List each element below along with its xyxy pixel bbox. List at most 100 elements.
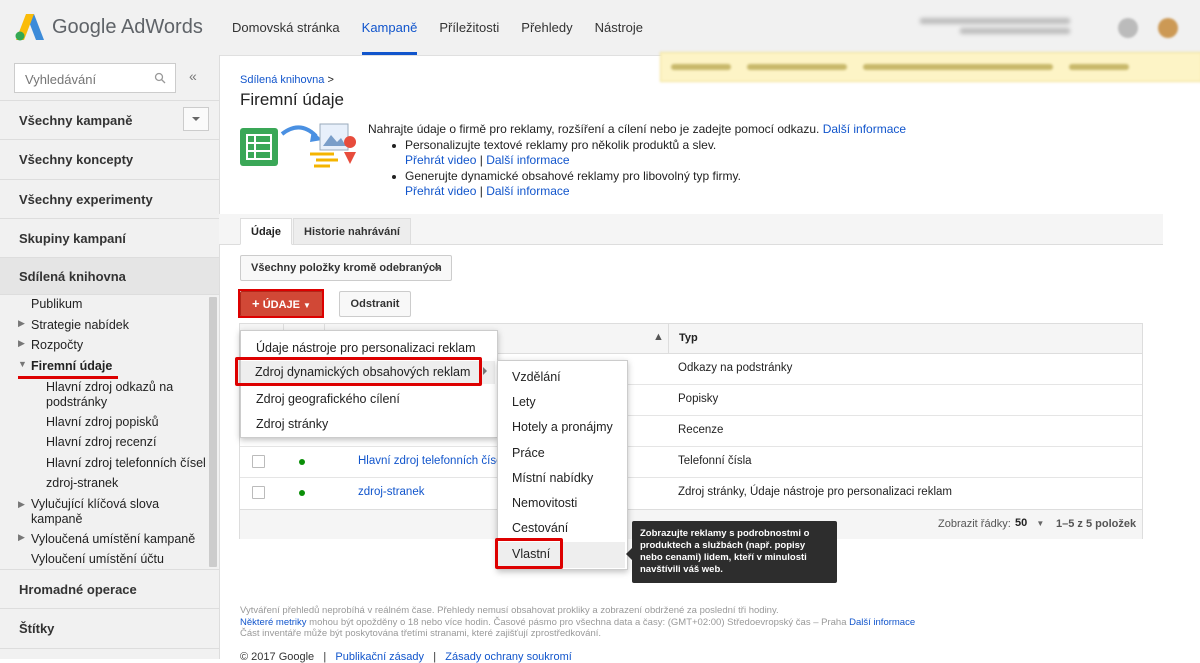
tree-item-budgets[interactable]: ▶ Rozpočty (18, 338, 83, 352)
link-separator: | (323, 651, 327, 663)
row-checkbox[interactable] (252, 486, 265, 499)
nav-opportunities[interactable]: Příležitosti (428, 0, 510, 55)
adwords-logo[interactable]: Google AdWords (14, 12, 203, 42)
nav-tools[interactable]: Nástroje (584, 0, 654, 55)
caret-right-icon: ▶ (18, 532, 25, 542)
app-name: Google AdWords (52, 15, 203, 38)
caret-down-icon: ▼ (18, 359, 27, 369)
bullet-item: Generujte dynamické obsahové reklamy pro… (392, 169, 968, 200)
some-metrics-link[interactable]: Některé metriky (240, 617, 307, 628)
sidebar-item-label: Sdílená knihovna (19, 269, 126, 284)
status-active-icon (299, 459, 305, 465)
search-input[interactable] (23, 65, 157, 93)
tree-scrollbar[interactable] (209, 297, 217, 567)
tree-item-business-data[interactable]: ▼ Firemní údaje (18, 359, 113, 373)
nav-home[interactable]: Domovská stránka (221, 0, 351, 55)
breadcrumb-link[interactable]: Sdílená knihovna (240, 74, 324, 86)
bullet-text: Personalizujte textové reklamy pro někol… (405, 137, 717, 152)
menu-item-ad-customizer-data[interactable]: Údaje nástroje pro personalizaci reklam (256, 341, 476, 355)
sidebar-labels[interactable]: Štítky (0, 609, 219, 649)
row-type: Zdroj stránky, Údaje nástroje pro person… (678, 486, 952, 498)
submenu-item-travel[interactable]: Cestování (512, 521, 568, 535)
nav-reports[interactable]: Přehledy (510, 0, 583, 55)
sidebar-all-experiments[interactable]: Všechny experimenty (0, 180, 219, 219)
tree-item-callouts-feed[interactable]: Hlavní zdroj popisků (46, 415, 159, 429)
top-bar: Google AdWords Domovská stránka Kampaně … (0, 0, 1200, 56)
highlight-box (495, 538, 563, 569)
highlight-box (235, 357, 482, 386)
rows-per-page-value: 50 (1015, 517, 1028, 529)
search-box[interactable] (14, 63, 176, 93)
tree-item-negative-keywords[interactable]: ▶ Vylučující klíčová slova kampaně (18, 497, 191, 527)
tab-upload-history[interactable]: Historie nahrávání (293, 218, 411, 245)
caret-right-icon: ▶ (18, 338, 25, 348)
submenu-item-hotels-rentals[interactable]: Hotely a pronájmy (512, 420, 613, 434)
caret-right-icon: ▶ (18, 499, 25, 509)
learn-more-link[interactable]: Další informace (486, 184, 569, 198)
sort-ascending-icon[interactable]: ▲ (653, 331, 664, 343)
row-name-link[interactable]: zdroj-stranek (358, 486, 424, 498)
status-active-icon (299, 490, 305, 496)
tree-item-audiences[interactable]: Publikum (31, 297, 82, 311)
tree-item-page-feed[interactable]: zdroj-stranek (46, 476, 118, 490)
notifications-icon[interactable] (1158, 18, 1178, 38)
play-video-link[interactable]: Přehrát video (405, 153, 476, 167)
rows-per-page-select[interactable]: 50 ▼ (1015, 517, 1044, 529)
adwords-logo-icon (15, 14, 44, 41)
highlight-underline (18, 376, 118, 379)
learn-more-link[interactable]: Další informace (849, 617, 915, 628)
submenu-item-local-deals[interactable]: Místní nabídky (512, 471, 593, 485)
upload-data-illustration-icon (240, 123, 357, 168)
row-type: Recenze (678, 424, 724, 436)
publishing-policy-link[interactable]: Publikační zásady (335, 651, 424, 663)
tree-item-reviews-feed[interactable]: Hlavní zdroj recenzí (46, 435, 156, 449)
top-nav: Domovská stránka Kampaně Příležitosti Př… (221, 0, 654, 55)
tree-item-campaign-placement-exclusions[interactable]: ▶ Vyloučená umístění kampaně (18, 532, 195, 546)
reporting-footnote: Vytváření přehledů neprobíhá v reálném č… (240, 605, 1140, 640)
play-video-link[interactable]: Přehrát video (405, 184, 476, 198)
intro-bullets: Personalizujte textové reklamy pro někol… (368, 138, 968, 200)
filter-dropdown[interactable]: Všechny položky kromě odebraných (240, 255, 452, 281)
nav-campaigns[interactable]: Kampaně (351, 0, 429, 55)
sidebar-bulk-operations[interactable]: Hromadné operace (0, 569, 219, 609)
sidebar: « Všechny kampaně Všechny koncepty Všech… (0, 55, 220, 659)
footnote-line: Některé metriky mohou být opožděny o 18 … (240, 617, 1140, 629)
submenu-item-flights[interactable]: Lety (512, 395, 536, 409)
footnote-line: Část inventáře může být poskytována třet… (240, 628, 602, 639)
submenu-arrow-icon (483, 367, 487, 375)
page-title: Firemní údaje (240, 90, 344, 109)
account-info-redacted[interactable] (920, 14, 1080, 40)
footnote-line: Vytváření přehledů neprobíhá v reálném č… (240, 605, 779, 616)
bullet-item: Personalizujte textové reklamy pro někol… (392, 137, 968, 169)
campaigns-dropdown-button[interactable] (183, 107, 209, 131)
tree-item-phone-feed[interactable]: Hlavní zdroj telefonních čísel (46, 456, 206, 470)
sidebar-campaign-groups[interactable]: Skupiny kampaní (0, 219, 219, 258)
tab-data[interactable]: Údaje (240, 218, 292, 245)
remove-button[interactable]: Odstranit (339, 291, 411, 317)
submenu-item-real-estate[interactable]: Nemovitosti (512, 496, 577, 510)
pagination-label: 1–5 z 5 položek (1056, 518, 1137, 530)
column-header-type[interactable]: Typ (679, 332, 698, 344)
privacy-policy-link[interactable]: Zásady ochrany soukromí (445, 651, 572, 663)
table-row: Hlavní zdroj telefonních čísel Telefonní… (240, 446, 1142, 478)
sidebar-item-label: Všechny kampaně (19, 113, 133, 128)
sidebar-all-drafts[interactable]: Všechny koncepty (0, 140, 219, 180)
row-name-link[interactable]: Hlavní zdroj telefonních čísel (358, 455, 505, 467)
tree-item-sitelinks-feed[interactable]: Hlavní zdroj odkazů na podstránky (46, 380, 196, 410)
submenu-item-jobs[interactable]: Práce (512, 446, 545, 460)
sidebar-shared-library[interactable]: Sdílená knihovna (0, 258, 219, 295)
copyright-bar: © 2017 Google | Publikační zásady | Zása… (240, 651, 572, 663)
submenu-item-education[interactable]: Vzdělání (512, 370, 561, 384)
learn-more-link[interactable]: Další informace (823, 122, 906, 136)
tree-item-bid-strategies[interactable]: ▶ Strategie nabídek (18, 318, 129, 332)
menu-item-page-feed[interactable]: Zdroj stránky (256, 417, 328, 431)
tree-item-label: Firemní údaje (31, 359, 113, 373)
row-checkbox[interactable] (252, 455, 265, 468)
menu-item-location-targeting-feed[interactable]: Zdroj geografického cílení (256, 392, 400, 406)
sidebar-item-label: Štítky (19, 621, 55, 636)
table-row: zdroj-stranek Zdroj stránky, Údaje nástr… (240, 477, 1142, 508)
learn-more-link[interactable]: Další informace (486, 153, 569, 167)
tree-item-account-placement-exclusions[interactable]: Vyloučení umístění účtu (31, 552, 164, 566)
collapse-sidebar-icon[interactable]: « (189, 68, 197, 84)
settings-icon[interactable] (1118, 18, 1138, 38)
